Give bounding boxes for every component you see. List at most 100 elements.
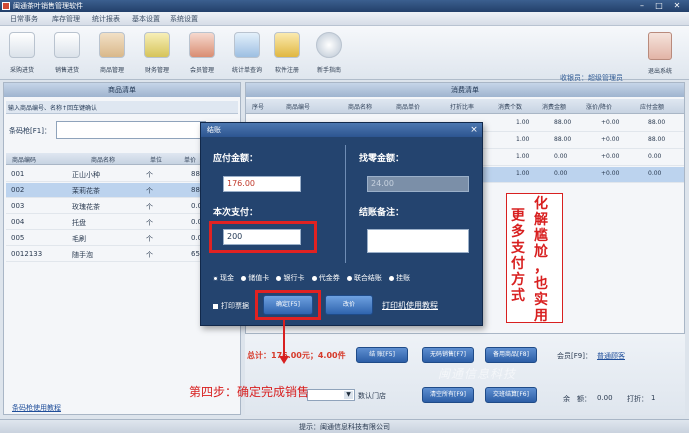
document-icon — [9, 32, 35, 58]
radio-dot-icon — [311, 275, 317, 281]
purchase-button[interactable]: 采购进货 — [0, 30, 44, 78]
annotation-char: 多 — [511, 224, 525, 240]
step-annotation: 第四步：确定完成销售 — [189, 385, 310, 399]
shift-settle-button[interactable]: 交班结算[F6] — [485, 387, 537, 403]
radio-bank-card[interactable]: 银行卡 — [276, 273, 304, 283]
search-hint: 输入商品编号、名称↑回车键确认 — [8, 105, 98, 112]
member-label: 会员[F9]： — [557, 352, 592, 360]
menu-item[interactable]: 系统设置 — [170, 14, 198, 24]
member-value[interactable]: 普通顾客 — [597, 351, 625, 361]
barcode-tutorial-link[interactable]: 条码枪使用教程 — [12, 403, 61, 413]
shop-select[interactable]: ▼ — [307, 389, 355, 401]
pen-icon — [54, 32, 80, 58]
arrow-down-icon — [279, 356, 289, 364]
maximize-icon[interactable]: □ — [652, 1, 666, 11]
highlight-box — [209, 221, 317, 253]
annotation-char: 更 — [511, 208, 525, 224]
due-amount-field: 176.00 — [223, 176, 301, 192]
divider — [345, 145, 346, 263]
print-receipt-checkbox[interactable]: 打印票据 — [213, 301, 249, 311]
calculator-icon — [234, 32, 260, 58]
radio-cash[interactable]: 现金 — [213, 273, 234, 283]
shop-label: 数认门店 — [358, 392, 386, 400]
annotation-char: 支 — [511, 240, 525, 256]
help-icon — [316, 32, 342, 58]
balance-value: 0.00 — [597, 394, 613, 402]
payment-method-group: 现金 储值卡 银行卡 代金券 联合结账 挂账 — [213, 273, 415, 283]
discount-value: 1 — [651, 394, 656, 402]
minimize-icon[interactable]: – — [635, 1, 649, 11]
annotation-char: 用 — [534, 308, 548, 324]
due-label: 应付金额： — [213, 154, 259, 164]
stats-query-button[interactable]: 统计单查询 — [225, 30, 269, 78]
annotation-char: ， — [534, 260, 548, 276]
remark-label: 结账备注： — [359, 208, 405, 218]
box-icon — [99, 32, 125, 58]
radio-stored-card[interactable]: 储值卡 — [241, 273, 269, 283]
status-bar: 提示：闽通信息科技有限公司 — [0, 419, 689, 433]
annotation-char: 实 — [534, 292, 548, 308]
annotation-char: 化 — [534, 196, 548, 212]
menu-bar: 日常事务 库存管理 统计报表 基本设置 系统设置 — [0, 12, 689, 26]
balance-label: 余 额： — [563, 395, 591, 403]
radio-credit[interactable]: 挂账 — [389, 273, 410, 283]
checkout-button[interactable]: 结 账[F5] — [356, 347, 408, 363]
menu-item[interactable]: 基本设置 — [132, 14, 160, 24]
sales-button[interactable]: 销售进货 — [45, 30, 89, 78]
annotation-char: 解 — [534, 212, 548, 228]
annotation-char: 方 — [511, 272, 525, 288]
title-bar: 闽通茶叶销售管理软件 – □ ✕ — [0, 0, 689, 12]
menu-item[interactable]: 统计报表 — [92, 14, 120, 24]
printer-tutorial-link[interactable]: 打印机使用教程 — [382, 300, 438, 311]
guide-button[interactable]: 新手指南 — [307, 30, 351, 78]
toolbar: 采购进货 销售进货 商品管理 财务管理 会员管理 统计单查询 软件注册 新手指南… — [0, 26, 689, 82]
annotation-char: 式 — [511, 288, 525, 304]
discount-label: 打折： — [627, 395, 648, 403]
product-panel-title: 商品清单 — [4, 83, 240, 97]
watermark: 闽通信息科技 — [438, 367, 517, 381]
total-summary: 总计：176.00元；4.00件 — [247, 351, 346, 360]
change-amount-field: 24.00 — [367, 176, 469, 192]
radio-dot-icon — [389, 275, 395, 281]
key-icon — [274, 32, 300, 58]
change-price-button[interactable]: 改价 — [325, 295, 373, 315]
radio-dot-icon — [213, 275, 218, 281]
dialog-title: 结账 — [201, 123, 482, 137]
register-button[interactable]: 软件注册 — [265, 30, 309, 78]
product-manage-button[interactable]: 商品管理 — [90, 30, 134, 78]
radio-combined[interactable]: 联合结账 — [346, 273, 382, 283]
barcode-input[interactable] — [56, 121, 206, 139]
highlight-box — [255, 290, 321, 320]
close-icon[interactable]: ✕ — [670, 1, 684, 11]
nocode-sale-button[interactable]: 无码销售[F7] — [422, 347, 474, 363]
exit-button[interactable]: 退出系统 — [640, 32, 680, 78]
app-window: 闽通茶叶销售管理软件 – □ ✕ 日常事务 库存管理 统计报表 基本设置 系统设… — [0, 0, 689, 433]
checkbox-icon — [213, 303, 218, 309]
spare-product-button[interactable]: 备用商品[F8] — [485, 347, 537, 363]
annotation-text-right: 化解尴尬，也实用 — [533, 196, 549, 324]
remark-input[interactable] — [367, 229, 469, 253]
radio-voucher[interactable]: 代金券 — [311, 273, 340, 283]
money-icon — [144, 32, 170, 58]
status-text: 提示：闽通信息科技有限公司 — [299, 423, 390, 431]
consume-table-header: 序号 商品编号 商品名称 商品单价 打折比率 消费个数 消费金额 涨价/降价 应… — [246, 99, 684, 114]
menu-item[interactable]: 日常事务 — [10, 14, 38, 24]
finance-button[interactable]: 财务管理 — [135, 30, 179, 78]
chevron-down-icon: ▼ — [344, 391, 353, 399]
radio-dot-icon — [241, 275, 247, 281]
radio-dot-icon — [276, 275, 282, 281]
exit-icon — [648, 32, 672, 60]
annotation-char: 也 — [534, 276, 548, 292]
clear-all-button[interactable]: 清空所有[F9] — [422, 387, 474, 403]
member-manage-button[interactable]: 会员管理 — [180, 30, 224, 78]
annotation-char: 付 — [511, 256, 525, 272]
users-icon — [189, 32, 215, 58]
app-logo-icon — [2, 2, 10, 10]
pay-label: 本次支付： — [213, 208, 259, 218]
checkout-dialog: 结账 × 应付金额： 176.00 找零金额： 24.00 本次支付： 200 … — [200, 122, 483, 326]
annotation-text-left: 更多支付方式 — [510, 208, 526, 304]
annotation-char: 尬 — [534, 244, 548, 260]
close-icon[interactable]: × — [469, 123, 479, 137]
menu-item[interactable]: 库存管理 — [52, 14, 80, 24]
radio-dot-icon — [346, 275, 352, 281]
